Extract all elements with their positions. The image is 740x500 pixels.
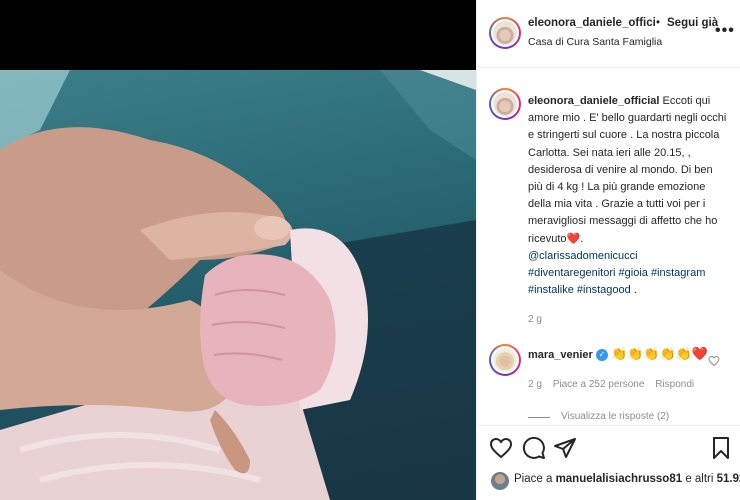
- comment-icon[interactable]: [522, 436, 546, 460]
- photo-image: [0, 70, 476, 500]
- post-photo[interactable]: [0, 0, 476, 500]
- view-replies-button[interactable]: Visualizza le risposte (2): [561, 411, 669, 422]
- red-heart-emoji: ❤️: [566, 232, 581, 245]
- following-button[interactable]: Segui già: [667, 17, 718, 29]
- hashtag[interactable]: #gioia: [619, 267, 648, 279]
- comment-meta: 2 g Piace a 252 persone Rispondi: [528, 379, 702, 390]
- more-options-icon[interactable]: •••: [715, 22, 735, 40]
- post-side-panel: eleonora_daniele_official • Segui già Ca…: [476, 0, 740, 500]
- comment-like-heart-icon[interactable]: [708, 355, 720, 367]
- likes-suffix: e altri: [682, 473, 717, 485]
- liker-avatar[interactable]: [491, 472, 509, 490]
- post-header: eleonora_daniele_official • Segui già Ca…: [477, 0, 740, 68]
- hashtag[interactable]: #instagram: [651, 267, 705, 279]
- caption-timestamp[interactable]: 2 g: [528, 314, 542, 325]
- post-location[interactable]: Casa di Cura Santa Famiglia: [528, 36, 662, 48]
- reply-button[interactable]: Rispondi: [655, 379, 694, 390]
- comment-timestamp[interactable]: 2 g: [528, 379, 542, 390]
- post-caption: eleonora_daniele_official Eccoti qui amo…: [528, 95, 727, 297]
- caption-text: Eccoti qui amore mio . E' bello guardart…: [528, 95, 727, 245]
- hashtag[interactable]: #instagood: [577, 284, 631, 296]
- baby-hand-photo-illustration: [0, 70, 476, 500]
- bookmark-icon[interactable]: [709, 436, 733, 460]
- comment-text: 👏👏👏👏👏❤️: [611, 346, 709, 361]
- verified-badge-icon: ✓: [596, 349, 608, 361]
- caption-trailing-dot: .: [633, 284, 637, 297]
- caption-mention[interactable]: @clarissadomenicucci: [528, 250, 638, 262]
- header-separator: •: [656, 17, 661, 29]
- hashtag[interactable]: #diventaregenitori: [528, 267, 615, 279]
- caption-username[interactable]: eleonora_daniele_official: [528, 95, 659, 107]
- likes-count[interactable]: 51.926: [717, 473, 740, 485]
- hashtag[interactable]: #instalike: [528, 284, 574, 296]
- likes-prefix: Piace a: [514, 473, 556, 485]
- replies-divider: [528, 417, 550, 418]
- post-actions-bar: Piace a manuelalisiachrusso81 e altri 51…: [477, 425, 740, 500]
- author-username[interactable]: eleonora_daniele_official: [528, 17, 656, 29]
- heart-icon[interactable]: [489, 436, 513, 460]
- liker-username[interactable]: manuelalisiachrusso81: [556, 473, 683, 485]
- caption-author-avatar[interactable]: [489, 88, 521, 120]
- author-avatar[interactable]: [489, 17, 521, 49]
- commenter-username[interactable]: mara_venier: [528, 349, 593, 361]
- commenter-avatar[interactable]: [489, 344, 521, 376]
- comment-likes-count[interactable]: Piace a 252 persone: [553, 379, 645, 390]
- likes-summary: Piace a manuelalisiachrusso81 e altri 51…: [514, 473, 740, 485]
- comments-section: eleonora_daniele_official Eccoti qui amo…: [477, 68, 740, 425]
- send-icon[interactable]: [553, 436, 577, 460]
